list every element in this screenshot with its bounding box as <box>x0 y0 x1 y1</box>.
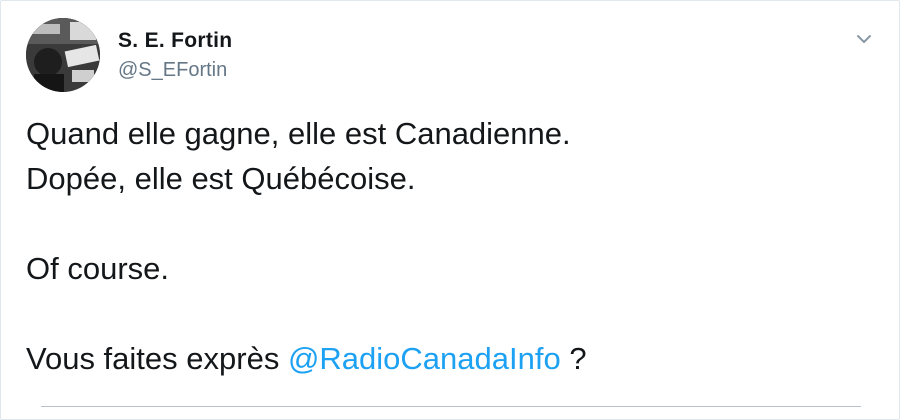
divider <box>41 406 861 407</box>
tweet-text: Quand elle gagne, elle est Canadienne. D… <box>26 111 876 381</box>
tweet-line: Of course. <box>26 251 169 286</box>
author-name[interactable]: S. E. Fortin <box>118 29 232 53</box>
tweet-line-suffix: ? <box>560 341 587 376</box>
tweet-line: Vous faites exprès @RadioCanadaInfo ? <box>26 336 876 381</box>
tweet-line: Quand elle gagne, elle est Canadienne. <box>26 116 571 151</box>
author-handle[interactable]: @S_EFortin <box>118 59 227 82</box>
tweet-line-prefix: Vous faites exprès <box>26 341 288 376</box>
avatar[interactable] <box>26 18 100 92</box>
avatar-photo-icon <box>26 18 100 92</box>
mention-link[interactable]: @RadioCanadaInfo <box>288 341 561 376</box>
chevron-down-icon[interactable] <box>852 27 876 51</box>
tweet-line: Dopée, elle est Québécoise. <box>26 161 416 196</box>
tweet-card: S. E. Fortin @S_EFortin Quand elle gagne… <box>0 0 900 420</box>
